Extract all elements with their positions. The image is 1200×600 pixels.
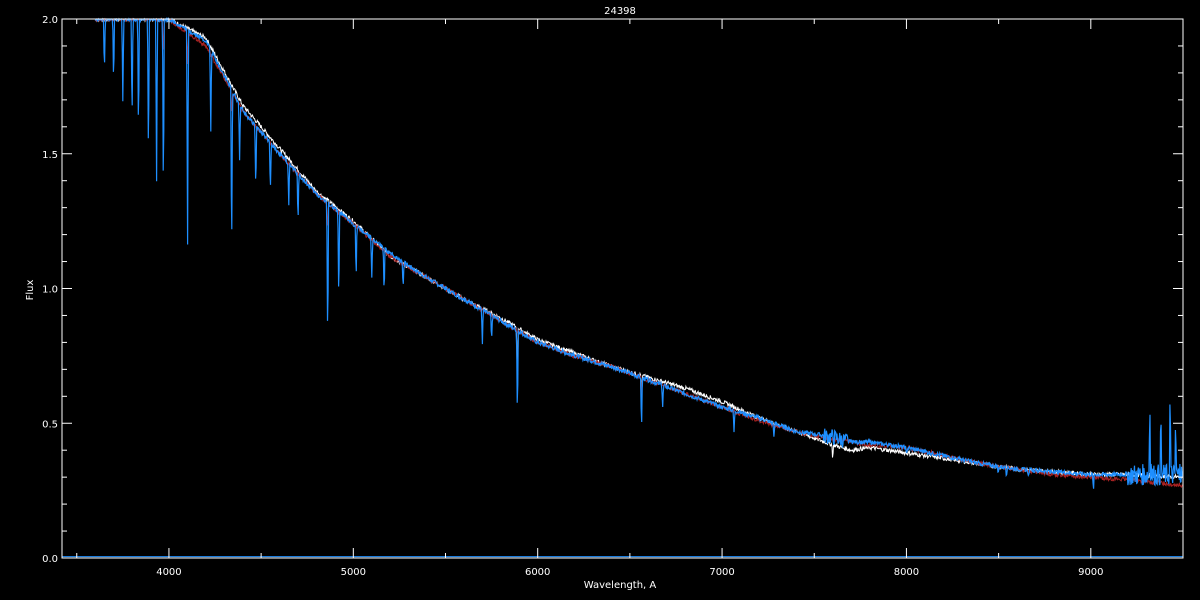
y-tick-label: 1.0: [42, 285, 58, 296]
series-line-3: [94, 16, 1184, 489]
y-tick-label: 0.0: [42, 554, 58, 565]
y-tick-label: 1.5: [42, 150, 58, 161]
x-tick-label: 4000: [156, 567, 181, 578]
x-tick-label: 6000: [525, 567, 550, 578]
y-tick-label: 0.5: [42, 419, 58, 430]
x-axis-label: Wavelength, A: [584, 580, 657, 591]
series-line-2: [94, 17, 1184, 488]
spectrum-chart: 24398 Flux Wavelength, A 4000 5000 6000 700…: [25, 6, 1184, 591]
x-tick-label: 9000: [1078, 567, 1103, 578]
x-tick-label: 8000: [894, 567, 919, 578]
x-tick-label: 5000: [341, 567, 366, 578]
axis-layer: 4000 5000 6000 7000 8000 9000 0.0 0.5 1.0 1.5 2.0: [42, 15, 1184, 578]
chart-title: 24398: [604, 6, 636, 17]
x-tick-label: 7000: [709, 567, 734, 578]
series-layer: [62, 16, 1184, 558]
y-axis-label: Flux: [25, 280, 36, 301]
y-tick-label: 2.0: [42, 15, 58, 26]
plot-frame: [61, 18, 1184, 559]
series-line-1: [95, 17, 1184, 481]
